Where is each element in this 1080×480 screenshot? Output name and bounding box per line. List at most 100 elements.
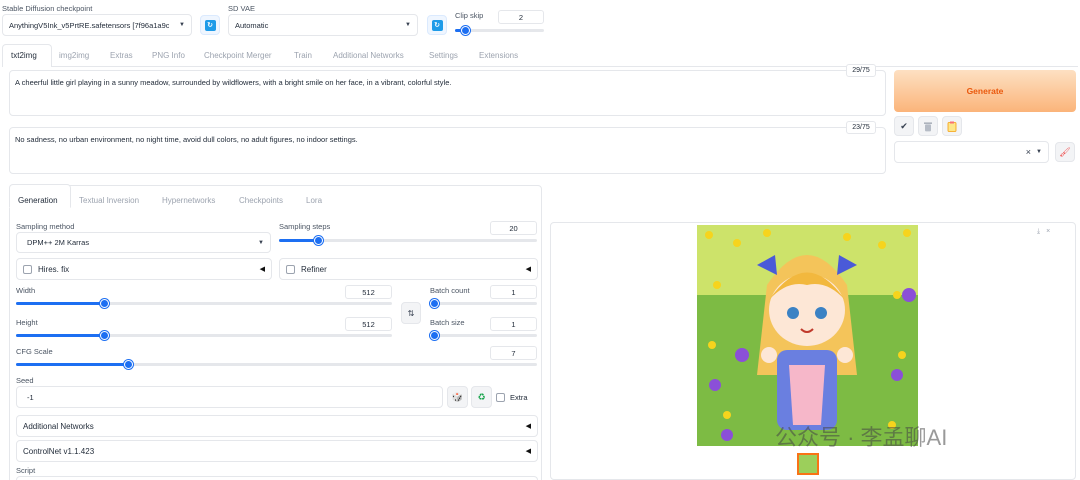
batch-count-slider[interactable] [430,299,537,308]
negative-prompt-text: No sadness, no urban environment, no nig… [15,135,358,144]
height-label: Height [16,318,38,327]
checkpoint-refresh-button[interactable]: ↻ [200,15,220,35]
negative-token-counter: 23/75 [846,121,876,134]
apply-styles-button[interactable]: ✔ [894,116,914,136]
clip-skip-label: Clip skip [455,11,484,20]
negative-prompt-textarea[interactable]: No sadness, no urban environment, no nig… [9,127,886,174]
script-label: Script [16,466,36,475]
clear-prompt-button[interactable] [918,116,938,136]
chevron-down-icon: ▼ [179,22,185,28]
tab-settings[interactable]: Settings [429,51,458,60]
additional-networks-accordion[interactable]: Additional Networks ◀ [16,415,538,437]
vae-label: SD VAE [228,4,255,13]
edit-styles-button[interactable]: 🖌 [1055,142,1075,162]
controlnet-label: ControlNet v1.1.423 [23,446,95,456]
tab-png-info[interactable]: PNG Info [152,51,185,60]
tab-img2img[interactable]: img2img [59,51,89,60]
refresh-icon: ↻ [431,19,443,31]
tab-extensions[interactable]: Extensions [479,51,518,60]
paste-button[interactable] [942,116,962,136]
checkpoint-select[interactable]: AnythingV5Ink_v5PrtRE.safetensors [7f96a… [2,14,192,36]
vae-select[interactable]: Automatic ▼ [228,14,418,36]
extra-seed-toggle[interactable]: Extra [496,393,528,402]
tab-textual-inversion[interactable]: Textual Inversion [79,196,139,205]
collapse-icon: ◀ [525,266,531,273]
sampling-steps-input[interactable]: 20 [490,221,537,235]
height-slider[interactable] [16,331,392,340]
watermark: 公众号 · 李孟聊AI [775,425,948,450]
seed-input[interactable]: -1 [16,386,443,408]
sampling-steps-label: Sampling steps [279,222,331,231]
cfg-scale-input[interactable]: 7 [490,346,537,360]
tab-lora[interactable]: Lora [306,196,322,205]
gallery-controls: ⤓ × [1037,228,1050,236]
sampling-method-value: DPM++ 2M Karras [27,238,90,247]
tab-checkpoints[interactable]: Checkpoints [239,196,283,205]
chevron-down-icon: ▼ [258,239,264,246]
collapse-icon: ◀ [259,266,265,273]
vae-refresh-button[interactable]: ↻ [427,15,447,35]
sampling-steps-slider[interactable] [279,236,537,245]
generated-image[interactable] [697,225,918,446]
collapse-icon: ◀ [525,423,531,430]
tab-generation[interactable]: Generation [18,196,58,205]
tab-divider [52,66,1078,67]
hires-fix-accordion[interactable]: Hires. fix ◀ [16,258,272,280]
script-select[interactable] [16,476,538,480]
clip-skip-slider[interactable] [455,26,544,35]
cfg-scale-slider[interactable] [16,360,537,369]
checkpoint-label: Stable Diffusion checkpoint [2,4,93,13]
prompt-text: A cheerful little girl playing in a sunn… [15,78,452,87]
prompt-textarea[interactable]: A cheerful little girl playing in a sunn… [9,70,886,116]
extra-label: Extra [510,393,528,402]
sampling-method-select[interactable]: DPM++ 2M Karras ▼ [16,232,271,253]
hires-fix-checkbox[interactable] [23,264,32,274]
swap-icon: ⇅ [407,308,415,318]
hires-fix-label: Hires. fix [38,264,70,274]
thumbnail[interactable] [797,453,819,475]
chevron-down-icon: ▼ [405,22,411,28]
batch-count-label: Batch count [430,286,470,295]
extra-checkbox[interactable] [496,393,505,402]
vae-value: Automatic [235,20,269,30]
controlnet-accordion[interactable]: ControlNet v1.1.423 ◀ [16,440,538,462]
generate-button[interactable]: Generate [894,70,1076,112]
additional-networks-label: Additional Networks [23,421,94,431]
batch-size-input[interactable]: 1 [490,317,537,331]
clip-skip-input[interactable]: 2 [498,10,544,24]
seed-value: -1 [27,392,34,402]
collapse-icon: ◀ [525,448,531,455]
tab-checkpoint-merger[interactable]: Checkpoint Merger [204,51,272,60]
download-icon[interactable]: ⤓ [1037,228,1040,236]
tab-extras[interactable]: Extras [110,51,133,60]
width-label: Width [16,286,36,295]
prompt-token-counter: 29/75 [846,64,876,77]
sampling-method-label: Sampling method [16,222,75,231]
dice-icon: 🎲 [451,391,464,402]
styles-select[interactable]: × ▼ [894,141,1049,163]
refresh-icon: ↻ [204,19,216,31]
width-input[interactable]: 512 [345,285,392,299]
batch-count-input[interactable]: 1 [490,285,537,299]
batch-size-label: Batch size [430,318,465,327]
refiner-checkbox[interactable] [286,264,295,274]
swap-dimensions-button[interactable]: ⇅ [401,302,421,324]
tab-additional-networks[interactable]: Additional Networks [333,51,404,60]
chevron-down-icon: ▼ [1036,149,1042,155]
tab-txt2img[interactable]: txt2img [11,51,37,60]
random-seed-button[interactable]: 🎲 [447,386,468,408]
tab-hypernetworks[interactable]: Hypernetworks [162,196,215,205]
checkpoint-value: AnythingV5Ink_v5PrtRE.safetensors [7f96a… [9,20,169,30]
check-icon: ✔ [900,120,908,131]
height-input[interactable]: 512 [345,317,392,331]
width-slider[interactable] [16,299,392,308]
recycle-icon: ♻ [477,391,486,402]
close-icon[interactable]: × [1046,228,1050,236]
refiner-accordion[interactable]: Refiner ◀ [279,258,538,280]
reuse-seed-button[interactable]: ♻ [471,386,492,408]
tab-train[interactable]: Train [294,51,312,60]
cfg-scale-label: CFG Scale [16,347,53,356]
batch-size-slider[interactable] [430,331,537,340]
clear-icon[interactable]: × [1026,147,1031,157]
trash-icon [924,122,932,131]
